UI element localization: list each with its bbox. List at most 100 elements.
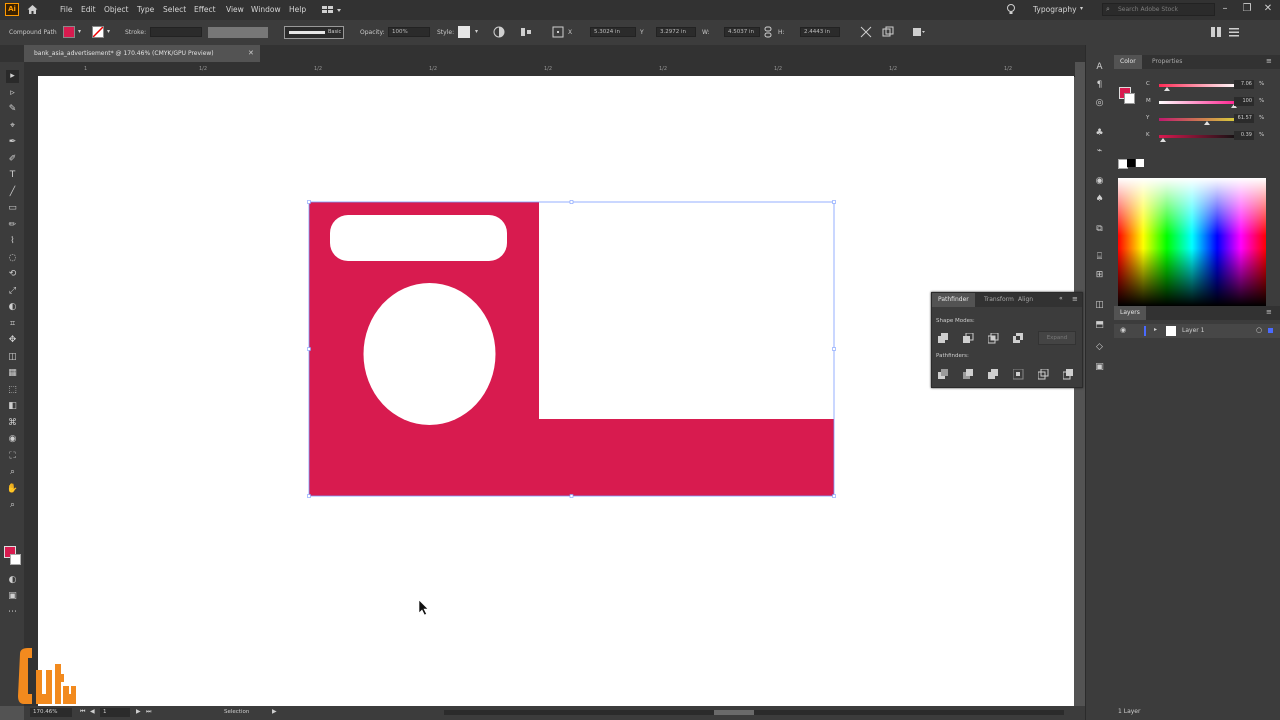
brushes-panel-icon[interactable]: ♣	[1093, 127, 1106, 140]
merge-icon[interactable]	[988, 369, 999, 380]
crop-icon[interactable]	[1012, 368, 1024, 380]
color-spectrum[interactable]	[1118, 178, 1266, 306]
slider-thumb-c[interactable]	[1164, 87, 1171, 91]
selection-indicator[interactable]	[1268, 328, 1273, 333]
gradient-panel-icon[interactable]: ◫	[1093, 299, 1106, 312]
layers-panel-menu-icon[interactable]: ≡	[1266, 308, 1272, 316]
slider-thumb-k[interactable]	[1159, 138, 1166, 142]
line-tool-icon[interactable]: ╱	[6, 186, 19, 199]
shape-builder-tool-icon[interactable]: ✥	[6, 334, 19, 347]
appearance-panel-icon[interactable]: ◉	[1093, 175, 1106, 188]
color-panel-menu-icon[interactable]: ≡	[1266, 57, 1272, 65]
home-icon[interactable]	[26, 3, 39, 16]
black-swatch[interactable]	[1127, 159, 1135, 167]
slider-track-k[interactable]	[1159, 135, 1237, 138]
menu-type[interactable]: Type	[137, 5, 154, 14]
expand-layer-icon[interactable]: ▸	[1154, 326, 1157, 333]
symbol-sprayer-tool-icon[interactable]: ◉	[6, 433, 19, 446]
prev-artboard-icon[interactable]: ◀	[90, 708, 95, 715]
control-panel-menu-icon[interactable]	[1228, 26, 1240, 38]
variable-width-profile[interactable]	[208, 27, 268, 38]
align-options-icon[interactable]	[520, 26, 532, 38]
app-logo-icon[interactable]: Ai	[5, 3, 19, 16]
isolate-icon[interactable]	[912, 26, 926, 38]
target-icon[interactable]: ○	[1256, 326, 1262, 334]
menu-file[interactable]: File	[60, 5, 73, 14]
w-field[interactable]: 4.5037 in	[724, 27, 760, 37]
hand-tool-icon[interactable]: ✋	[6, 483, 19, 496]
trim-icon[interactable]	[963, 369, 974, 380]
pen-tool-icon[interactable]: ✒	[6, 136, 19, 149]
artboards-panel-icon[interactable]: ⬒	[1093, 319, 1106, 332]
symbols-panel-icon[interactable]: ♠	[1093, 193, 1106, 206]
gradient-tool-icon[interactable]: ⬚	[6, 384, 19, 397]
slider-value-y[interactable]: 61.57	[1234, 114, 1254, 123]
layer-row[interactable]: ◉ ▸ Layer 1 ○	[1114, 324, 1280, 338]
slider-track-m[interactable]	[1159, 101, 1237, 104]
minus-back-icon[interactable]	[1062, 369, 1074, 380]
next-artboard-icon[interactable]: ▶	[136, 708, 141, 715]
expand-button[interactable]: Expand	[1038, 331, 1076, 345]
slider-track-y[interactable]	[1159, 118, 1237, 121]
artwork-svg[interactable]	[38, 76, 1074, 706]
transform-icon[interactable]	[860, 26, 872, 38]
stroke-chevron-icon[interactable]: ▾	[107, 28, 110, 35]
screen-mode-icon[interactable]: ▣	[6, 590, 19, 603]
menu-object[interactable]: Object	[104, 5, 128, 14]
status-chevron-icon[interactable]: ▶	[272, 708, 277, 715]
x-field[interactable]: 5.3024 in	[590, 27, 636, 37]
magic-wand-tool-icon[interactable]: ✎	[6, 103, 19, 116]
artboard-tool-icon[interactable]: ⛶	[6, 450, 19, 463]
eye-icon[interactable]: ◉	[1120, 326, 1126, 334]
edit-toolbar-icon[interactable]: ⋯	[6, 606, 19, 619]
divide-icon[interactable]	[938, 369, 949, 380]
lightbulb-icon[interactable]	[1005, 3, 1017, 16]
menu-edit[interactable]: Edit	[81, 5, 96, 14]
stroke-panel-icon[interactable]: ⌁	[1093, 145, 1106, 158]
constrain-proportions-icon[interactable]	[763, 26, 773, 38]
slider-track-c[interactable]	[1159, 84, 1237, 87]
mesh-tool-icon[interactable]: ▦	[6, 367, 19, 380]
opacity-field[interactable]: 100%	[388, 27, 430, 37]
artboard-number-field[interactable]: 1	[100, 708, 130, 717]
layer-name[interactable]: Layer 1	[1182, 327, 1204, 334]
document-tab[interactable]: bank_asia_advertisement* @ 170.46% (CMYK…	[24, 45, 260, 62]
stroke-swatch[interactable]	[92, 26, 104, 38]
zoom-tool-icon[interactable]: ⌕	[6, 499, 19, 512]
pencil-tool-icon[interactable]: ✏	[6, 219, 19, 232]
minus-front-icon[interactable]	[963, 332, 974, 344]
blend-tool-icon[interactable]: ⌘	[6, 417, 19, 430]
toolbar-stroke-chip[interactable]	[10, 554, 21, 565]
slider-value-k[interactable]: 0.39	[1234, 131, 1254, 140]
curvature-tool-icon[interactable]: ✐	[6, 153, 19, 166]
menu-effect[interactable]: Effect	[194, 5, 216, 14]
paragraph-panel-icon[interactable]: ¶	[1093, 79, 1106, 92]
tab-align[interactable]: Align	[1012, 293, 1039, 307]
outline-icon[interactable]	[1037, 368, 1049, 380]
rectangle-tool-icon[interactable]: ▭	[6, 202, 19, 215]
lasso-tool-icon[interactable]: ⌖	[6, 120, 19, 133]
workspace-chevron-icon[interactable]: ▾	[1080, 5, 1083, 12]
tab-pathfinder[interactable]: Pathfinder	[932, 293, 975, 307]
exclude-icon[interactable]	[1013, 333, 1024, 344]
fill-chevron-icon[interactable]: ▾	[78, 28, 81, 35]
scale-tool-icon[interactable]: ⤢	[6, 285, 19, 298]
arrange-documents-icon[interactable]	[320, 4, 344, 16]
type-tool-icon[interactable]: T	[6, 169, 19, 182]
style-chevron-icon[interactable]: ▾	[475, 28, 478, 35]
menu-help[interactable]: Help	[289, 5, 306, 14]
close-tab-icon[interactable]: ✕	[248, 45, 254, 62]
vertical-ruler[interactable]	[24, 76, 38, 706]
blob-brush-tool-icon[interactable]: ◌	[6, 252, 19, 265]
minimize-button[interactable]: –	[1218, 2, 1232, 16]
rotate-tool-icon[interactable]: ⟲	[6, 268, 19, 281]
restore-button[interactable]: ❐	[1240, 2, 1254, 16]
character-panel-icon[interactable]: A	[1093, 61, 1106, 74]
recolor-artwork-icon[interactable]	[493, 26, 505, 38]
close-button[interactable]: ✕	[1261, 2, 1275, 16]
workspace-switcher[interactable]: Typography	[1033, 5, 1077, 14]
graphic-style-swatch[interactable]	[458, 26, 470, 38]
slider-value-c[interactable]: 7.06	[1234, 80, 1254, 89]
brush-definition[interactable]: Basic	[284, 26, 344, 39]
free-transform-tool-icon[interactable]: ⌗	[6, 318, 19, 331]
